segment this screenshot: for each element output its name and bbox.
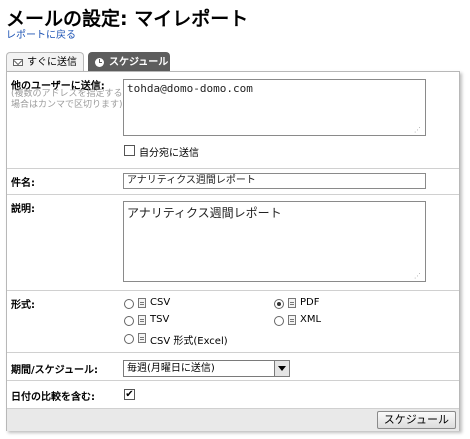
back-to-report-link[interactable]: レポートに戻る bbox=[6, 26, 76, 41]
subject-row: 件名: アナリティクス週間レポート bbox=[7, 168, 459, 195]
format-pdf-label: PDF bbox=[300, 297, 320, 308]
format-csv-radio[interactable] bbox=[124, 299, 134, 309]
tab-schedule[interactable]: スケジュール bbox=[88, 52, 170, 72]
tab-schedule-label: スケジュール bbox=[109, 57, 169, 68]
email-settings-panel: 他のユーザーに送信: (複数のアドレスを指定する場合はカンマで区切ります) to… bbox=[6, 71, 460, 431]
format-label: 形式: bbox=[11, 300, 35, 311]
excel-file-icon bbox=[138, 333, 146, 343]
check-icon: ✔ bbox=[125, 389, 134, 400]
subject-label: 件名: bbox=[11, 178, 35, 189]
send-to-self-label: 自分宛に送信 bbox=[139, 148, 199, 159]
recipients-row: 他のユーザーに送信: (複数のアドレスを指定する場合はカンマで区切ります) to… bbox=[7, 72, 459, 168]
format-csv-excel-radio[interactable] bbox=[124, 334, 134, 344]
format-tsv-label: TSV bbox=[150, 314, 170, 325]
recipients-input[interactable]: tohda@domo-domo.com bbox=[123, 79, 426, 136]
description-input[interactable]: アナリティクス週間レポート bbox=[123, 201, 426, 282]
format-pdf-radio[interactable] bbox=[274, 299, 284, 309]
format-tsv-radio[interactable] bbox=[124, 316, 134, 326]
tsv-file-icon bbox=[138, 315, 146, 325]
description-label: 説明: bbox=[11, 204, 35, 215]
schedule-select-value: 毎週(月曜日に送信) bbox=[127, 363, 215, 374]
format-xml-radio[interactable] bbox=[274, 316, 284, 326]
date-comparison-checkbox[interactable]: ✔ bbox=[124, 389, 135, 400]
format-row: 形式: CSV TSV CSV 形式(Excel) PDF XML bbox=[7, 290, 459, 353]
schedule-label: 期間/スケジュール: bbox=[11, 365, 98, 376]
date-comparison-row: 日付の比較を含む: ✔ bbox=[7, 380, 459, 409]
date-comparison-label: 日付の比較を含む: bbox=[11, 392, 95, 403]
tab-send-now[interactable]: すぐに送信 bbox=[6, 52, 84, 72]
chevron-down-icon[interactable] bbox=[274, 361, 289, 376]
xml-file-icon bbox=[288, 315, 296, 325]
form-footer: スケジュール bbox=[7, 408, 459, 431]
envelope-icon bbox=[13, 59, 23, 66]
tab-send-now-label: すぐに送信 bbox=[27, 57, 77, 68]
schedule-submit-button[interactable]: スケジュール bbox=[376, 411, 456, 429]
format-csv-label: CSV bbox=[150, 297, 171, 308]
send-to-self-checkbox[interactable] bbox=[124, 145, 135, 156]
resize-grip-icon[interactable]: ⋰ bbox=[414, 127, 422, 134]
csv-file-icon bbox=[138, 298, 146, 308]
description-row: 説明: アナリティクス週間レポート ⋰ bbox=[7, 194, 459, 291]
resize-grip-icon[interactable]: ⋰ bbox=[414, 273, 422, 280]
format-csv-excel-label: CSV 形式(Excel) bbox=[150, 336, 228, 347]
recipients-hint: (複数のアドレスを指定する場合はカンマで区切ります) bbox=[11, 89, 123, 110]
format-xml-label: XML bbox=[300, 314, 322, 325]
pdf-file-icon bbox=[288, 298, 296, 308]
subject-input[interactable]: アナリティクス週間レポート bbox=[123, 173, 426, 189]
clock-icon bbox=[95, 58, 104, 67]
schedule-select[interactable]: 毎週(月曜日に送信) bbox=[123, 360, 290, 377]
schedule-row: 期間/スケジュール: 毎週(月曜日に送信) bbox=[7, 352, 459, 381]
